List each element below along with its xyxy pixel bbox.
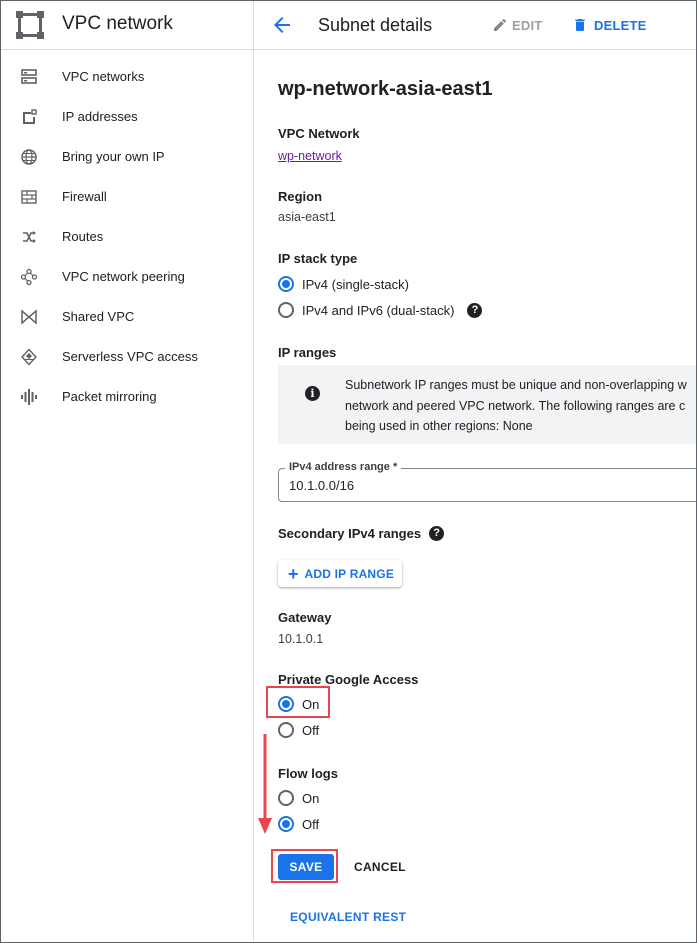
edit-button[interactable]: EDIT <box>492 15 542 35</box>
annotation-arrow-icon <box>258 734 272 834</box>
page-title: Subnet details <box>318 15 433 35</box>
secondary-ranges-row: Secondary IPv4 ranges ? <box>278 526 445 541</box>
ip-stack-option-dual[interactable]: IPv4 and IPv6 (dual-stack) ? <box>278 300 483 320</box>
private-google-access-label: Private Google Access <box>278 672 419 687</box>
vpc-networks-icon <box>21 69 37 84</box>
ip-stack-option-single[interactable]: IPv4 (single-stack) <box>278 274 409 294</box>
routes-icon <box>23 231 36 243</box>
subnet-name: wp-network-asia-east1 <box>278 78 493 100</box>
sidebar-item-label: Shared VPC <box>62 309 135 324</box>
region-label: Region <box>278 189 323 204</box>
sidebar-item-routes[interactable]: Routes <box>0 217 253 257</box>
info-line: being used in other regions: None <box>345 419 533 433</box>
equivalent-rest-link[interactable]: EQUIVALENT REST <box>290 910 406 924</box>
sidebar-item-label: Firewall <box>62 189 107 204</box>
serverless-icon <box>21 348 37 366</box>
vpc-network-logo-icon <box>16 11 44 39</box>
radio-label: IPv4 and IPv6 (dual-stack) <box>302 302 455 318</box>
sidebar-item-label: Packet mirroring <box>62 389 157 404</box>
add-ip-range-label: ADD IP RANGE <box>304 566 395 581</box>
ipv4-address-range-field[interactable]: IPv4 address range * <box>278 461 697 502</box>
packet-mirroring-icon <box>21 389 37 405</box>
radio-label: IPv4 (single-stack) <box>302 276 409 292</box>
sidebar-item-vpc-networks[interactable]: VPC networks <box>0 57 253 97</box>
help-icon[interactable]: ? <box>429 526 445 541</box>
radio-label: On <box>302 790 320 806</box>
sidebar-item-label: VPC networks <box>62 69 145 84</box>
ipv4-address-range-input[interactable] <box>289 478 589 493</box>
sidebar-item-label: VPC network peering <box>62 269 185 284</box>
radio-unselected-icon[interactable] <box>278 722 294 738</box>
sidebar-item-label: Routes <box>62 229 104 244</box>
firewall-icon <box>21 190 37 204</box>
sidebar-item-packet-mirroring[interactable]: Packet mirroring <box>0 377 253 417</box>
radio-selected-icon[interactable] <box>278 816 294 832</box>
radio-label: Off <box>302 816 320 832</box>
trash-icon <box>575 19 585 31</box>
region-value: asia-east1 <box>278 210 336 224</box>
sidebar-item-serverless-vpc-access[interactable]: Serverless VPC access <box>0 337 253 377</box>
plus-icon: + <box>288 563 299 584</box>
ip-addresses-icon <box>23 109 37 124</box>
secondary-ranges-label: Secondary IPv4 ranges <box>278 526 422 541</box>
shared-vpc-icon <box>21 309 37 325</box>
delete-label: DELETE <box>594 17 647 33</box>
edit-label: EDIT <box>512 17 543 33</box>
sidebar-item-label: Bring your own IP <box>62 149 165 164</box>
info-line: network and peered VPC network. The foll… <box>345 398 686 413</box>
info-banner: i Subnetwork IP ranges must be unique an… <box>278 365 697 444</box>
add-ip-range-button[interactable]: + ADD IP RANGE <box>278 560 402 587</box>
radio-unselected-icon[interactable] <box>278 302 294 318</box>
radio-label: Off <box>302 722 320 738</box>
vpc-network-link[interactable]: wp-network <box>278 149 342 163</box>
ip-ranges-label: IP ranges <box>278 345 337 360</box>
sidebar-item-bring-your-own-ip[interactable]: Bring your own IP <box>0 137 253 177</box>
info-text: Subnetwork IP ranges must be unique and … <box>345 375 697 437</box>
highlight-box-pga-on <box>266 686 330 718</box>
help-icon[interactable]: ? <box>467 302 483 318</box>
flow-logs-option-off[interactable]: Off <box>278 814 319 834</box>
flow-logs-option-on[interactable]: On <box>278 788 319 808</box>
sidebar-item-ip-addresses[interactable]: IP addresses <box>0 97 253 137</box>
highlight-box-save <box>271 849 338 883</box>
flow-logs-label: Flow logs <box>278 766 338 781</box>
sidebar-item-shared-vpc[interactable]: Shared VPC <box>0 297 253 337</box>
delete-button[interactable]: DELETE <box>572 15 646 35</box>
subnet-details-panel: wp-network-asia-east1 VPC Network wp-net… <box>254 51 697 943</box>
ip-stack-type-label: IP stack type <box>278 251 358 266</box>
info-icon: i <box>305 386 320 401</box>
sidebar: VPC network VPC networks IP addresses Br… <box>0 0 254 943</box>
vpc-network-label: VPC Network <box>278 126 360 141</box>
gateway-value: 10.1.0.1 <box>278 632 324 646</box>
product-title: VPC network <box>62 13 173 34</box>
gateway-label: Gateway <box>278 610 332 625</box>
ipv4-field-label: IPv4 address range * <box>285 461 402 473</box>
peering-icon <box>20 268 38 286</box>
cancel-button[interactable]: CANCEL <box>354 854 406 880</box>
sidebar-header: VPC network <box>0 0 253 50</box>
sidebar-item-vpc-network-peering[interactable]: VPC network peering <box>0 257 253 297</box>
globe-icon <box>21 149 37 165</box>
sidebar-item-label: Serverless VPC access <box>62 349 198 364</box>
back-arrow-icon[interactable] <box>270 13 294 37</box>
sidebar-item-firewall[interactable]: Firewall <box>0 177 253 217</box>
radio-selected-icon[interactable] <box>278 276 294 292</box>
page-header: Subnet details EDIT DELETE <box>254 0 697 50</box>
info-line: Subnetwork IP ranges must be unique and … <box>345 378 687 392</box>
sidebar-item-label: IP addresses <box>62 109 138 124</box>
pencil-icon <box>494 18 507 31</box>
radio-unselected-icon[interactable] <box>278 790 294 806</box>
pga-option-off[interactable]: Off <box>278 720 319 740</box>
